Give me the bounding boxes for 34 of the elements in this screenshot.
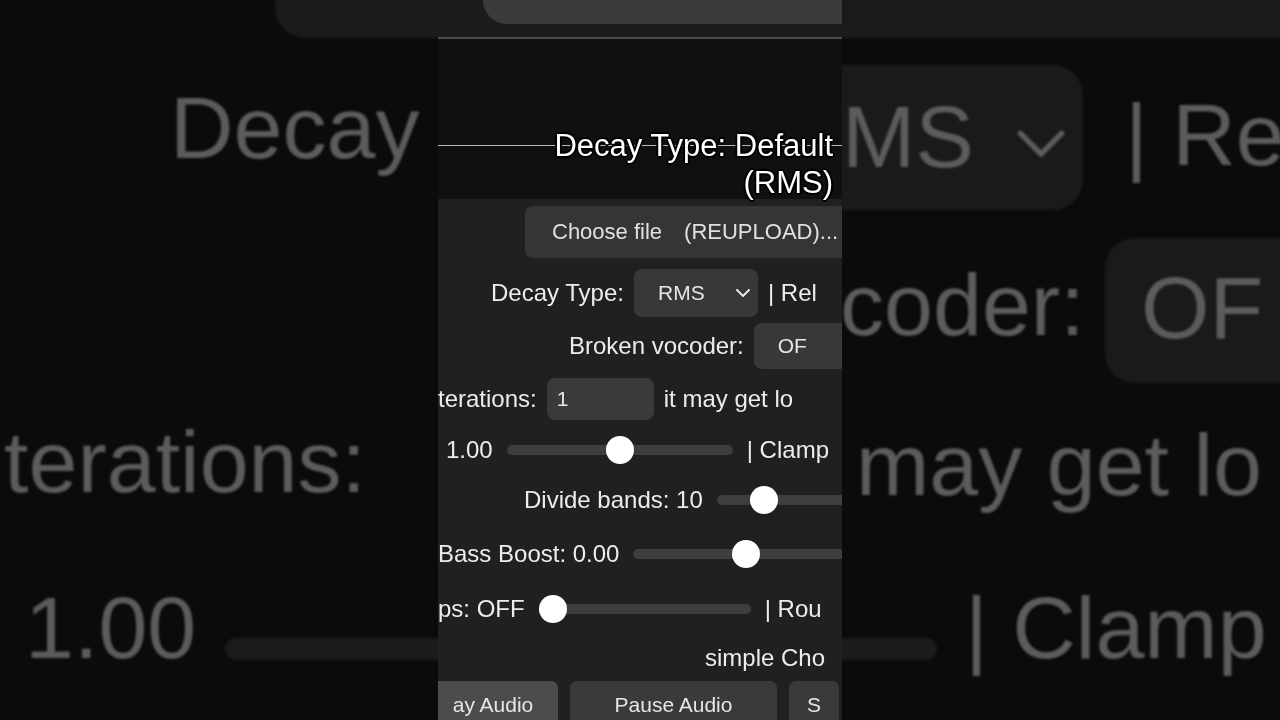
audio-button[interactable]: ay Audio	[438, 681, 558, 720]
file-input[interactable]: Choose file (REUPLOAD)...	[525, 206, 842, 258]
field-label: Decay Type:	[491, 278, 624, 307]
field-label: | Clamp	[746, 436, 829, 464]
toggle-button[interactable]: OF	[753, 323, 842, 369]
number-field[interactable]: 1	[546, 378, 654, 420]
slider-thumb[interactable]	[605, 436, 634, 464]
slider-track[interactable]	[538, 594, 751, 623]
slider-label: Divide bands: 10	[524, 486, 703, 514]
decay-type-select[interactable]: RMS	[633, 268, 758, 317]
blurred-text: may get lo	[856, 415, 1262, 515]
option-label: simple Cho	[705, 644, 826, 672]
slider-thumb[interactable]	[732, 540, 761, 568]
chevron-icon	[1017, 130, 1065, 158]
field-label: | Rou	[764, 594, 822, 623]
blurred-text: | Clamp	[965, 578, 1267, 678]
blurred-text: terations:	[4, 412, 366, 512]
chevron-icon	[735, 288, 750, 297]
field-label: Broken vocoder:	[569, 332, 744, 360]
slider-label: ps: OFF	[438, 594, 525, 623]
hint-text: it may get lo	[663, 385, 794, 413]
blurred-text: Decay	[170, 78, 420, 178]
audio-button[interactable]: S	[789, 681, 839, 720]
slider-thumb[interactable]	[538, 594, 567, 623]
field-label: terations:	[438, 385, 537, 413]
blurred-text: coder:	[842, 255, 1085, 355]
audio-button[interactable]: Pause Audio	[570, 681, 777, 720]
caption-text: (RMS)	[743, 164, 833, 201]
field-label: | Rel	[767, 278, 817, 307]
slider-thumb[interactable]	[750, 486, 779, 514]
blurred-text: 1.00	[25, 578, 197, 678]
slider-label: Bass Boost: 0.00	[438, 540, 620, 568]
slider-label: 1.00	[446, 436, 493, 464]
slider-track[interactable]	[506, 436, 733, 464]
